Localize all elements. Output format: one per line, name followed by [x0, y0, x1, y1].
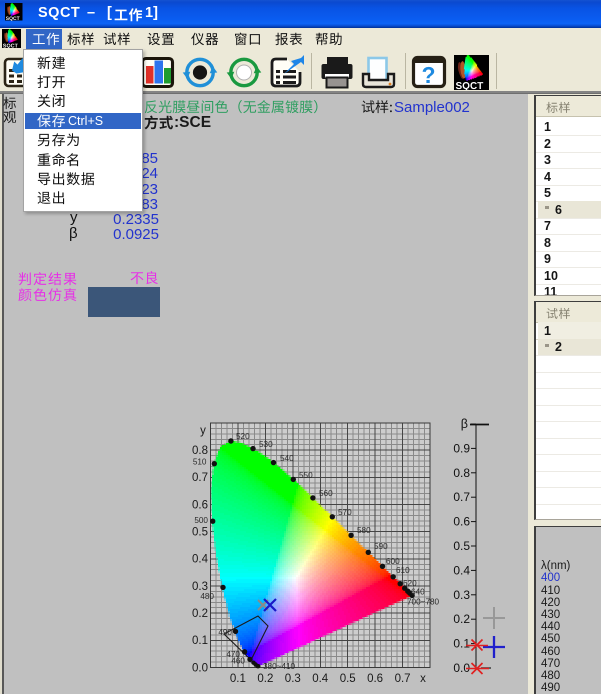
- svg-text:0.7: 0.7: [395, 673, 411, 685]
- svg-text:0.4: 0.4: [312, 673, 329, 685]
- svg-text:0.6: 0.6: [367, 673, 383, 685]
- svg-text:530: 530: [259, 440, 273, 449]
- svg-text:570: 570: [338, 508, 352, 517]
- svg-text:0.5: 0.5: [192, 527, 208, 539]
- svg-text:380~410: 380~410: [263, 662, 296, 671]
- svg-text:590: 590: [374, 542, 388, 551]
- svg-text:x: x: [420, 673, 426, 685]
- svg-text:0.3: 0.3: [285, 673, 301, 685]
- svg-text:600: 600: [386, 557, 400, 566]
- svg-text:0.9: 0.9: [453, 441, 470, 455]
- svg-text:0.2: 0.2: [192, 608, 208, 620]
- svg-text:0.6: 0.6: [192, 499, 208, 511]
- svg-text:0.7: 0.7: [453, 490, 470, 504]
- svg-text:0.1: 0.1: [192, 635, 208, 647]
- svg-text:460: 460: [231, 657, 245, 666]
- svg-text:0.4: 0.4: [453, 563, 470, 577]
- svg-text:490: 490: [218, 628, 232, 637]
- svg-text:540: 540: [280, 454, 294, 463]
- svg-text:0.8: 0.8: [453, 466, 470, 480]
- svg-text:y: y: [200, 425, 206, 437]
- svg-text:560: 560: [319, 489, 333, 498]
- svg-text:0.4: 0.4: [192, 554, 209, 566]
- svg-text:610: 610: [396, 566, 410, 575]
- svg-text:0.0: 0.0: [192, 662, 208, 674]
- svg-text:0.3: 0.3: [192, 581, 208, 593]
- svg-text:0.2: 0.2: [257, 673, 273, 685]
- svg-text:β: β: [461, 417, 468, 431]
- svg-text:700~780: 700~780: [407, 598, 440, 607]
- svg-text:0.3: 0.3: [453, 588, 470, 602]
- svg-text:0.6: 0.6: [453, 515, 470, 529]
- svg-text:0.8: 0.8: [192, 445, 208, 457]
- svg-text:0.1: 0.1: [230, 673, 246, 685]
- svg-text:0.5: 0.5: [340, 673, 356, 685]
- svg-text:0.7: 0.7: [192, 472, 208, 484]
- svg-text:520: 520: [236, 432, 250, 441]
- svg-text:510: 510: [193, 458, 207, 467]
- svg-text:580: 580: [357, 526, 371, 535]
- svg-text:500: 500: [194, 516, 208, 525]
- svg-text:0.5: 0.5: [453, 539, 470, 553]
- svg-text:0.1: 0.1: [453, 637, 470, 651]
- svg-text:0.2: 0.2: [453, 612, 470, 626]
- svg-text:480: 480: [200, 592, 214, 601]
- svg-text:640: 640: [411, 588, 425, 597]
- svg-text:550: 550: [299, 471, 313, 480]
